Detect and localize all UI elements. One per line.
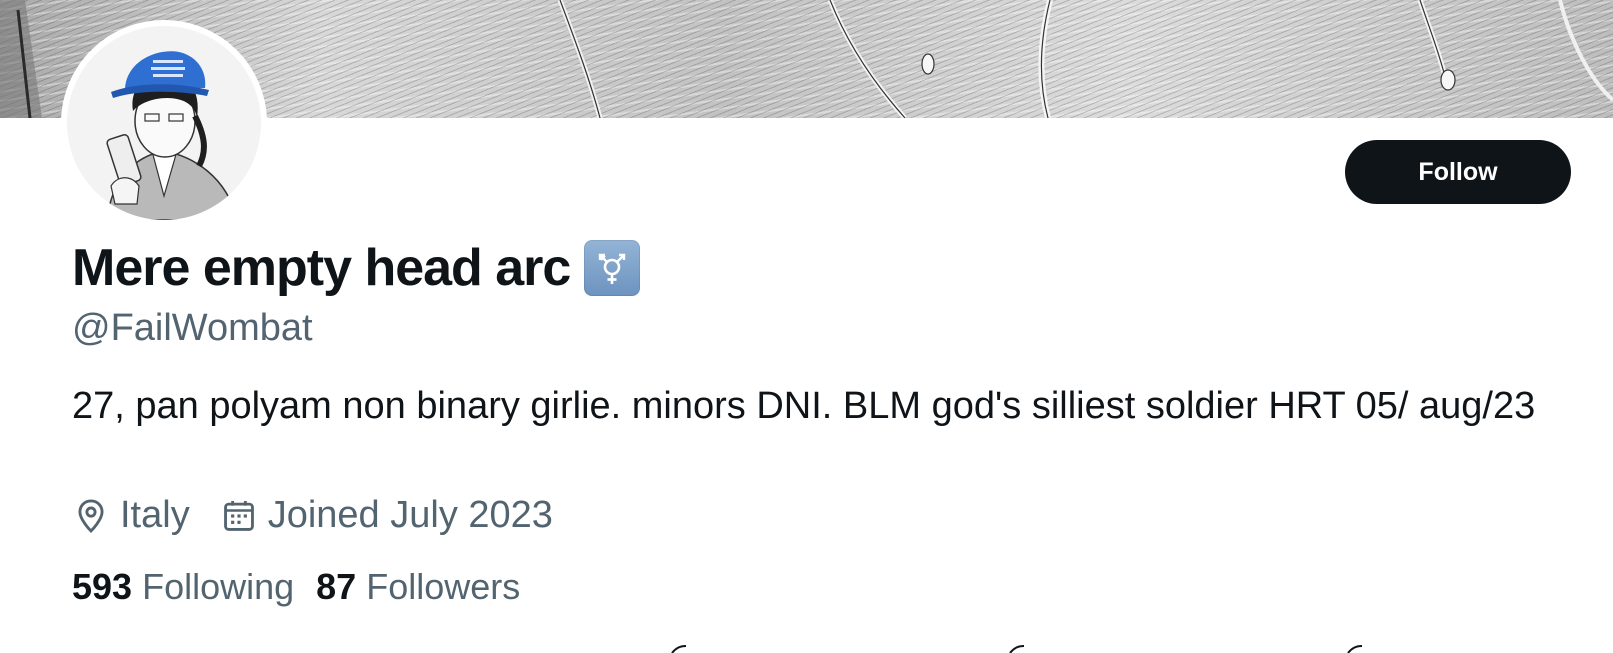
avatar-illustration xyxy=(67,26,261,220)
follow-button[interactable]: Follow xyxy=(1345,140,1571,204)
following-label: Following xyxy=(142,566,295,607)
profile-avatar[interactable] xyxy=(61,20,267,226)
calendar-icon xyxy=(223,500,254,531)
joined-item: Joined July 2023 xyxy=(220,494,553,537)
location-item: Italy xyxy=(72,494,190,537)
display-name: Mere empty head arc xyxy=(72,239,571,297)
profile-display-name-row: Mere empty head arc xyxy=(72,238,641,298)
profile-handle: @FailWombat xyxy=(72,307,313,349)
profile-meta: Italy Joined July 2023 xyxy=(72,494,553,537)
profile-stats: 593 Following 87 Followers xyxy=(72,566,520,608)
transgender-symbol-icon xyxy=(584,240,641,296)
joined-text: Joined July 2023 xyxy=(267,494,553,536)
followers-link[interactable]: 87 Followers xyxy=(316,566,520,608)
following-count: 593 xyxy=(72,566,133,607)
tab-bar-cutoff xyxy=(671,645,1363,653)
location-pin-icon xyxy=(78,499,104,533)
followers-label: Followers xyxy=(366,566,521,607)
following-link[interactable]: 593 Following xyxy=(72,566,294,608)
location-text: Italy xyxy=(120,494,190,536)
followers-count: 87 xyxy=(316,566,357,607)
profile-bio: 27, pan polyam non binary girlie. minors… xyxy=(72,385,1536,427)
